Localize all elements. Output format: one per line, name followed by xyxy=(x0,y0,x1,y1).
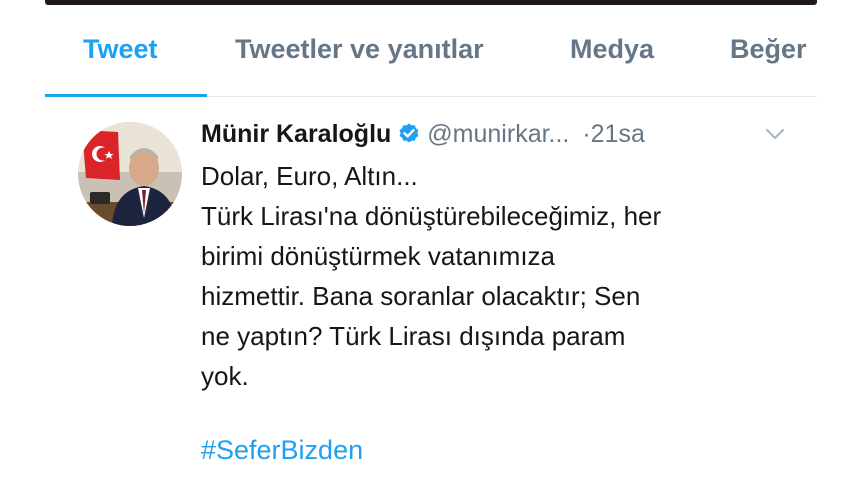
chevron-down-icon[interactable] xyxy=(761,120,789,148)
author-handle[interactable]: @munirkar... xyxy=(427,120,569,148)
active-tab-indicator xyxy=(45,94,207,97)
profile-tabs: Tweet Tweetler ve yanıtlar Medya Beğer xyxy=(45,22,817,97)
hashtag-link[interactable]: #SeferBizden xyxy=(201,430,363,470)
tweet-text: Dolar, Euro, Altın... Türk Lirası'na dön… xyxy=(201,156,801,396)
author-name[interactable]: Münir Karaloğlu xyxy=(201,120,391,148)
tab-media[interactable]: Medya xyxy=(570,34,654,65)
tweet-text-line: Türk Lirası'na dönüştürebileceğimiz, her xyxy=(201,201,662,231)
tweet-text-line: hizmettir. Bana soranlar olacaktır; Sen xyxy=(201,281,641,311)
tweet-text-line: birimi dönüştürmek vatanımıza xyxy=(201,241,556,271)
tab-tweets-and-replies[interactable]: Tweetler ve yanıtlar xyxy=(235,34,484,65)
profile-photo-icon xyxy=(78,122,182,226)
tweet-text-line: Dolar, Euro, Altın... xyxy=(201,161,418,191)
tab-tweets[interactable]: Tweet xyxy=(83,34,158,65)
avatar[interactable] xyxy=(78,122,182,226)
time-separator: · xyxy=(582,120,591,148)
tweet-header: Münir Karaloğlu @munirkar... ·21sa xyxy=(201,116,801,152)
verified-badge-icon xyxy=(399,123,419,143)
top-media-strip xyxy=(45,0,817,5)
tab-likes[interactable]: Beğer xyxy=(730,34,807,65)
tweet-timestamp[interactable]: 21sa xyxy=(591,120,645,148)
tweet-card[interactable]: Münir Karaloğlu @munirkar... ·21sa Dolar,… xyxy=(45,98,817,480)
tweet-text-line: yok. xyxy=(201,361,249,391)
tweet-text-line: ne yaptın? Türk Lirası dışında param xyxy=(201,321,626,351)
